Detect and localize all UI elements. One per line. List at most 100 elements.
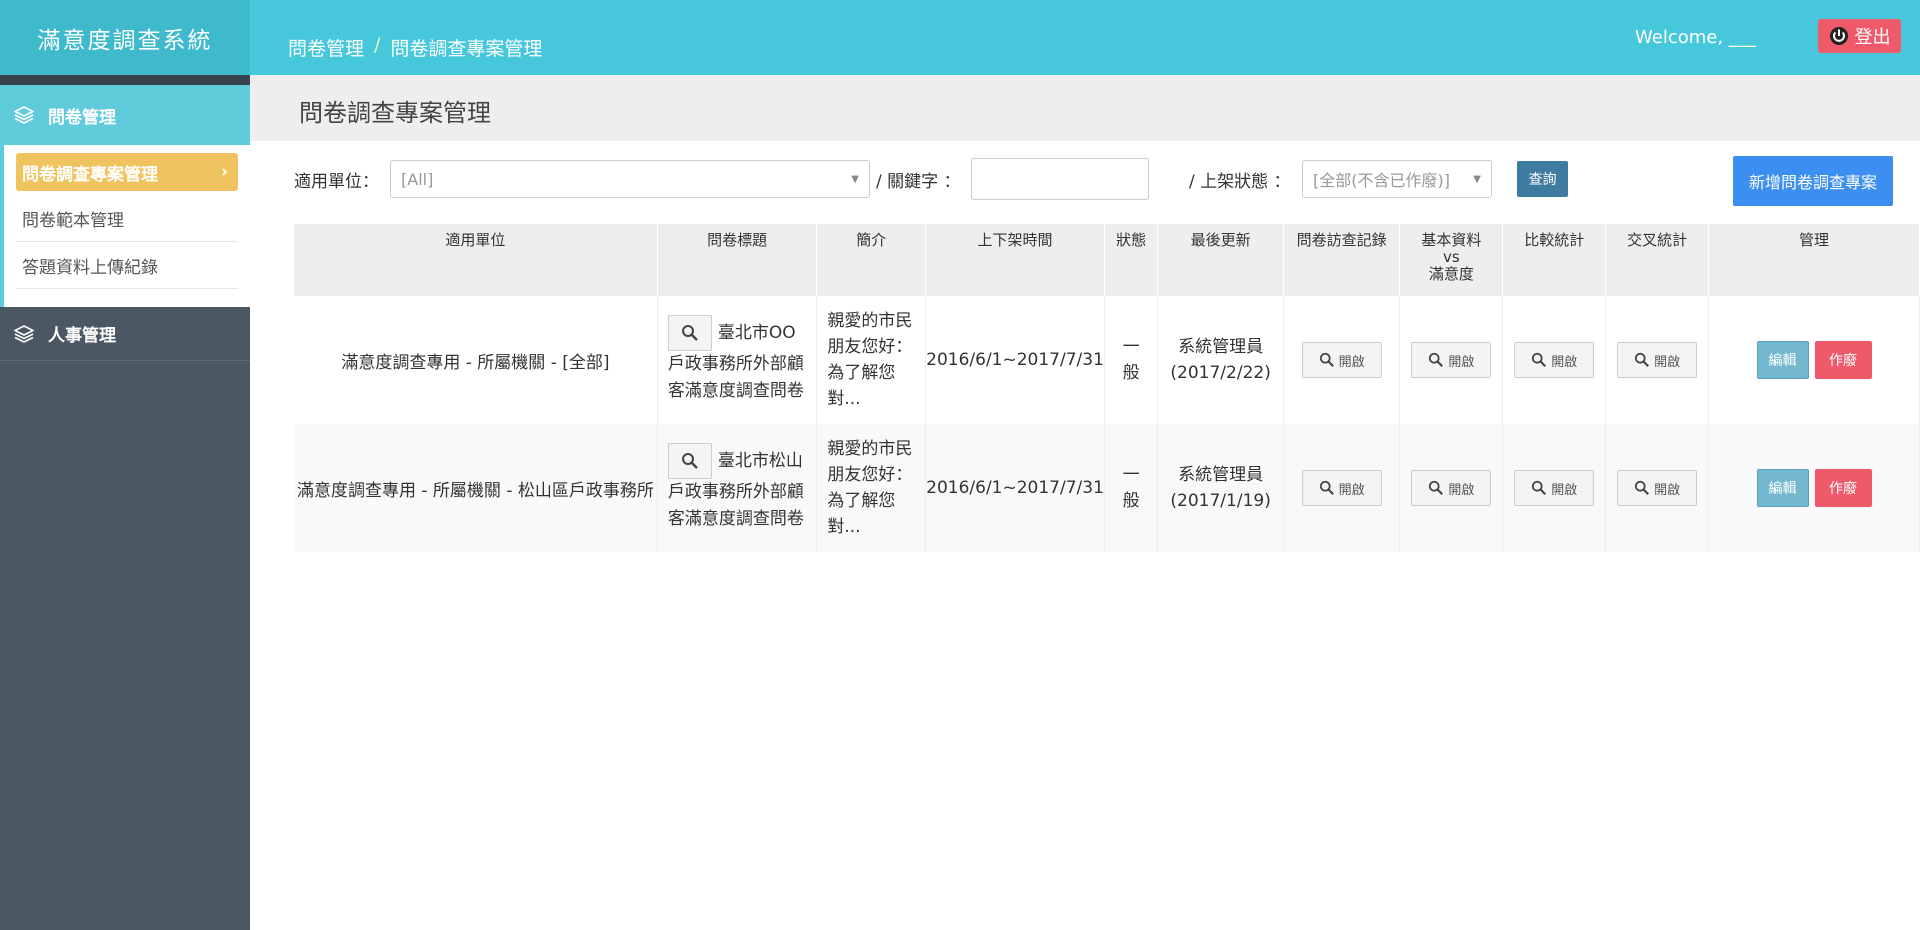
cell-manage: 編輯 作廢 [1708,424,1920,552]
cell-updated: 系統管理員(2017/1/19) [1157,424,1284,552]
open-visit-records-button[interactable]: 開啟 [1301,342,1382,378]
breadcrumb: 問卷管理 / 問卷調查專案管理 [288,34,542,61]
unit-select-value: [All] [401,169,434,189]
col-header-period: 上下架時間 [925,224,1105,296]
open-cross-stats-button[interactable]: 開啟 [1617,342,1698,378]
status-select[interactable]: [全部(不含已作廢)] ▼ [1302,160,1492,198]
sidebar: 滿意度調查系統 問卷管理 問卷調查專案管理 › 問卷範本管理 答題資料上傳紀錄 … [0,0,250,930]
caret-down-icon: ▼ [1473,173,1481,185]
sidebar-item-project-management[interactable]: 問卷調查專案管理 › [16,153,238,191]
search-icon [1532,352,1547,367]
nav-group-survey[interactable]: 問卷管理 [0,85,250,145]
void-button[interactable]: 作廢 [1814,341,1872,379]
layers-icon [14,106,34,124]
void-button[interactable]: 作廢 [1814,469,1872,507]
open-label: 開啟 [1654,354,1681,370]
nav-group-label: 人事管理 [48,326,116,346]
status-filter-label: / 上架狀態 ： [1189,172,1291,192]
search-icon [1319,352,1334,367]
col-header-status: 狀態 [1104,224,1159,296]
cell-status: 一般 [1104,424,1159,552]
cell-visit-records: 開啟 [1283,296,1401,424]
cell-cross-stats: 開啟 [1605,296,1710,424]
cell-visit-records: 開啟 [1283,424,1401,552]
open-basic-vs-satisfaction-button[interactable]: 開啟 [1411,342,1492,378]
app-brand: 滿意度調查系統 [0,0,250,75]
table-row: 滿意度調查專用 - 所屬機關 - [全部] 臺北市OO戶政事務所外部顧客滿意度調… [294,296,1920,424]
logout-button[interactable]: 登出 [1818,19,1901,53]
cell-period: 2016/6/1~2017/7/31 [925,424,1105,552]
updated-text: 系統管理員(2017/1/19) [1170,465,1271,511]
col-header-compare-stats: 比較統計 [1502,224,1607,296]
col-header-cross-stats: 交叉統計 [1605,224,1710,296]
cell-title: 臺北市松山戶政事務所外部顧客滿意度調查問卷 [657,424,818,552]
breadcrumb-separator: / [374,34,381,56]
cell-basic-vs-satisfaction: 開啟 [1399,296,1504,424]
breadcrumb-item-current: 問卷調查專案管理 [390,38,543,60]
cell-basic-vs-satisfaction: 開啟 [1399,424,1504,552]
query-button[interactable]: 查詢 [1517,161,1568,197]
cell-period: 2016/6/1~2017/7/31 [925,296,1105,424]
open-label: 開啟 [1654,482,1681,498]
search-icon [1634,352,1650,367]
page-title-bar: 問卷調查專案管理 [250,75,1920,141]
preview-button[interactable] [667,315,712,351]
table-header-row: 適用單位 問卷標題 簡介 上下架時間 狀態 最後更新 問卷訪查記錄 基本資料 v… [294,224,1920,296]
search-icon [1429,352,1444,367]
sidebar-item-label: 問卷範本管理 [22,210,124,231]
chevron-right-icon: › [220,162,228,182]
caret-down-icon: ▼ [851,173,859,185]
open-cross-stats-button[interactable]: 開啟 [1617,470,1698,506]
intro-text: 親愛的市民朋友您好：為了解您對... [827,311,913,409]
unit-filter-label: 適用單位： [294,172,379,192]
col-header-title: 問卷標題 [657,224,818,296]
cell-unit: 滿意度調查專用 - 所屬機關 - 松山區戶政事務所 [294,424,658,552]
search-icon [681,325,698,341]
layers-icon [14,324,34,343]
table-row: 滿意度調查專用 - 所屬機關 - 松山區戶政事務所 臺北市松山戶政事務所外部顧客… [294,424,1920,552]
page-title: 問卷調查專案管理 [299,99,491,127]
keyword-input[interactable] [971,158,1149,200]
intro-text: 親愛的市民朋友您好：為了解您對... [827,439,913,537]
edit-button[interactable]: 編輯 [1756,341,1809,379]
cell-compare-stats: 開啟 [1502,296,1607,424]
keyword-label: / 關鍵字 ： [876,172,961,192]
col-header-unit: 適用單位 [294,224,658,296]
open-label: 開啟 [1551,354,1578,370]
search-icon [1634,480,1650,495]
search-icon [1532,480,1547,495]
breadcrumb-item-survey[interactable]: 問卷管理 [288,34,364,61]
open-compare-stats-button[interactable]: 開啟 [1514,342,1595,378]
col-header-manage: 管理 [1708,224,1920,296]
sidebar-item-upload-records[interactable]: 答題資料上傳紀錄 [16,242,238,289]
survey-submenu: 問卷調查專案管理 › 問卷範本管理 答題資料上傳紀錄 [0,145,250,307]
open-basic-vs-satisfaction-button[interactable]: 開啟 [1411,470,1492,506]
project-table: 適用單位 問卷標題 簡介 上下架時間 狀態 最後更新 問卷訪查記錄 基本資料 v… [294,224,1920,552]
open-label: 開啟 [1338,482,1365,498]
sidebar-item-label: 問卷調查專案管理 [22,164,158,185]
unit-text: 滿意度調查專用 - 所屬機關 - [全部] [341,352,610,373]
col-header-updated: 最後更新 [1157,224,1284,296]
cell-title: 臺北市OO戶政事務所外部顧客滿意度調查問卷 [657,296,818,424]
sidebar-item-template-management[interactable]: 問卷範本管理 [16,195,238,242]
open-label: 開啟 [1551,482,1578,498]
search-icon [1429,480,1444,495]
brand-divider [0,75,250,85]
period-text: 2016/6/1~2017/7/31 [926,478,1104,498]
edit-button[interactable]: 編輯 [1756,469,1809,507]
logout-label: 登出 [1854,27,1891,48]
unit-select[interactable]: [All] ▼ [390,160,870,198]
open-visit-records-button[interactable]: 開啟 [1301,470,1382,506]
cell-updated: 系統管理員(2017/2/22) [1157,296,1284,424]
cell-unit: 滿意度調查專用 - 所屬機關 - [全部] [294,296,658,424]
welcome-text: Welcome, ___ [1635,27,1756,48]
add-project-button[interactable]: 新增問卷調查專案 [1733,156,1893,206]
cell-cross-stats: 開啟 [1605,424,1710,552]
nav-group-personnel[interactable]: 人事管理 [0,307,250,361]
col-header-intro: 簡介 [816,224,927,296]
cell-intro: 親愛的市民朋友您好：為了解您對... [816,424,927,552]
preview-button[interactable] [667,443,712,479]
top-header: 問卷管理 / 問卷調查專案管理 Welcome, ___ 登出 [250,0,1920,75]
open-compare-stats-button[interactable]: 開啟 [1514,470,1595,506]
period-text: 2016/6/1~2017/7/31 [926,350,1104,370]
